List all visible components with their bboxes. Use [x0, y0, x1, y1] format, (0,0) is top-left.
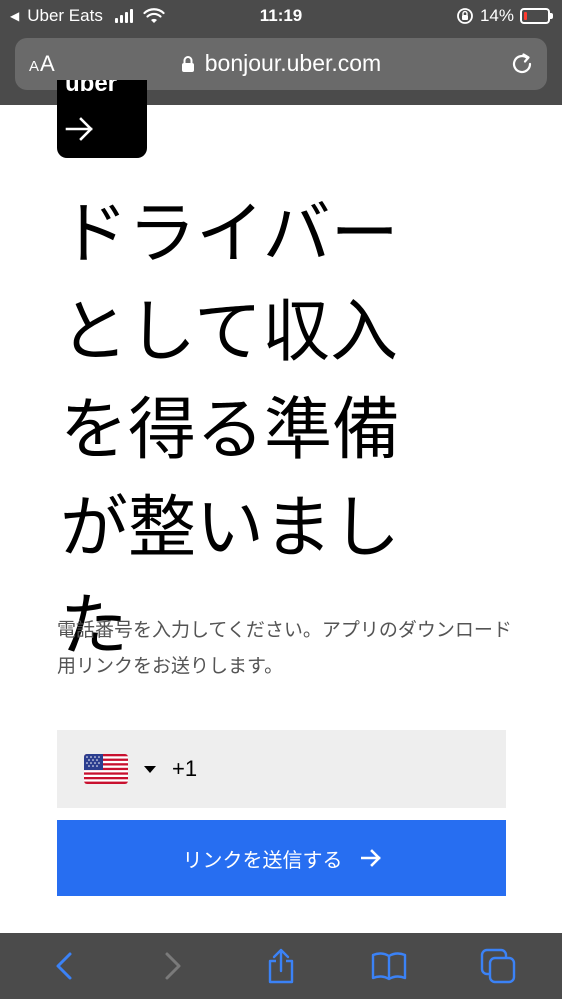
tabs-button[interactable]: [468, 941, 528, 991]
title-line: が整いまし: [60, 489, 401, 568]
phone-input[interactable]: [197, 730, 506, 808]
us-flag-icon[interactable]: [84, 754, 128, 784]
phone-number-field: +1: [57, 730, 506, 808]
forward-button[interactable]: [143, 941, 203, 991]
tabs-icon: [480, 948, 515, 984]
status-right: 14%: [456, 6, 553, 26]
url-text: bonjour.uber.com: [204, 50, 382, 76]
battery-icon: [520, 8, 553, 24]
share-icon: [268, 948, 294, 984]
description-text: 電話番号を入力してください。アプリのダウンロード用リンクをお送りします。: [57, 619, 512, 677]
chevron-down-icon[interactable]: [144, 765, 156, 773]
back-button[interactable]: [34, 941, 94, 991]
arrow-right-icon: [360, 849, 381, 867]
send-link-button[interactable]: リンクを送信する: [57, 820, 506, 896]
title-line: ドライバー: [60, 195, 399, 274]
chevron-left-icon: [56, 952, 72, 980]
title-line: を得る準備: [60, 391, 401, 470]
battery-level: [524, 12, 527, 20]
reload-icon[interactable]: [509, 51, 535, 77]
bookmarks-icon: [372, 952, 407, 981]
bookmarks-button[interactable]: [359, 941, 419, 991]
battery-percent: 14%: [479, 6, 514, 25]
browser-toolbar: [0, 933, 562, 999]
arrow-right-icon: [65, 117, 93, 141]
title-line: として収入: [60, 293, 398, 372]
padlock-icon: [181, 55, 194, 72]
status-bar: ◀ Uber Eats 11:19 14%: [0, 0, 562, 34]
url-display[interactable]: bonjour.uber.com: [15, 50, 547, 77]
send-link-label: リンクを送信する: [182, 847, 343, 872]
page-title: ドライバー として収入 を得る準備 が整いまし た: [60, 186, 520, 676]
logo-word: uber: [65, 80, 118, 97]
uber-logo[interactable]: uber: [57, 80, 147, 158]
chevron-right-icon: [165, 952, 181, 980]
share-button[interactable]: [251, 941, 311, 991]
orientation-lock-icon: [457, 8, 473, 24]
country-code: +1: [172, 756, 198, 781]
